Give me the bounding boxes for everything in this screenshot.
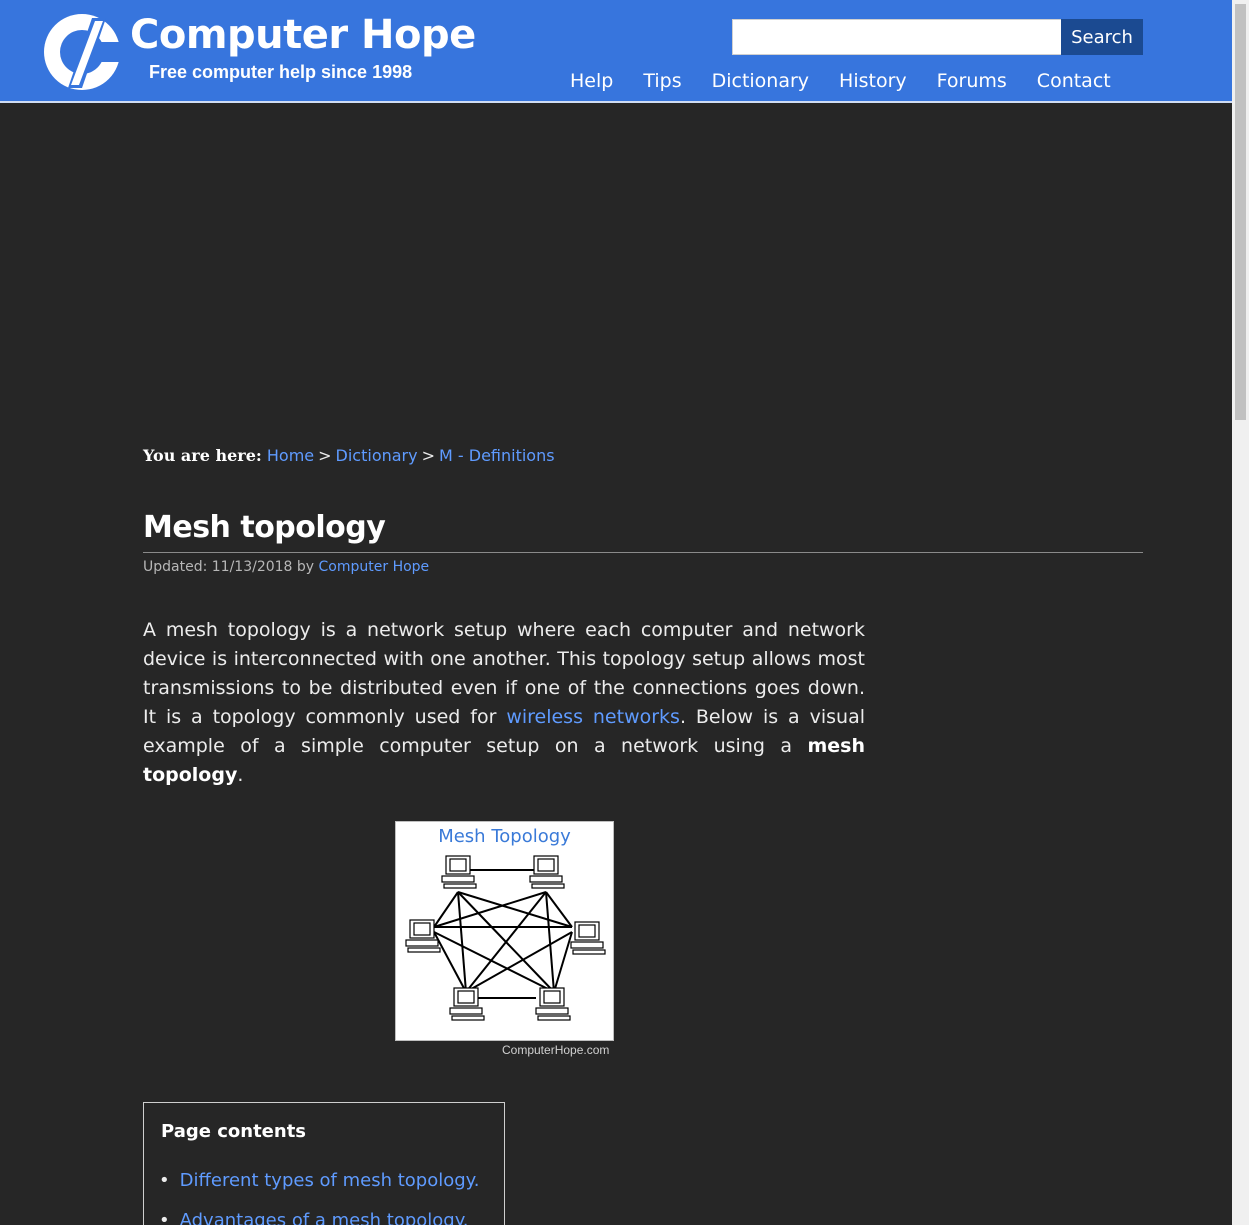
updated-label: Updated: 11/13/2018 by: [143, 559, 315, 575]
mesh-topology-figure: Mesh Topology: [395, 821, 614, 1041]
computer-icon: [570, 921, 606, 955]
breadcrumb: You are here: Home > Dictionary > M - Defini…: [143, 446, 555, 465]
breadcrumb-home[interactable]: Home: [267, 446, 314, 465]
intro-end: .: [237, 764, 244, 786]
breadcrumb-m-definitions[interactable]: M - Definitions: [439, 446, 555, 465]
breadcrumb-label: You are here:: [143, 446, 262, 465]
author-link[interactable]: Computer Hope: [319, 559, 430, 575]
nav-forums[interactable]: Forums: [922, 67, 1022, 95]
computer-icons: [405, 855, 606, 1021]
page-scrollbar[interactable]: [1232, 0, 1249, 1225]
page-title: Mesh topology: [143, 510, 386, 545]
toc-title: Page contents: [161, 1121, 307, 1142]
breadcrumb-separator: >: [421, 446, 435, 465]
brand-tagline: Free computer help since 1998: [149, 62, 413, 82]
breadcrumb-dictionary[interactable]: Dictionary: [336, 446, 418, 465]
toc-link-types[interactable]: Different types of mesh topology.: [180, 1170, 480, 1191]
search-input[interactable]: [732, 19, 1061, 55]
toc-list: Different types of mesh topology. Advant…: [159, 1161, 480, 1225]
computer-icon: [441, 855, 477, 889]
scrollbar-thumb[interactable]: [1235, 4, 1246, 420]
computer-icon: [529, 855, 565, 889]
main-nav: Help Tips Dictionary History Forums Cont…: [555, 67, 1126, 95]
nav-help[interactable]: Help: [555, 67, 628, 95]
search-button[interactable]: Search: [1061, 19, 1143, 55]
wireless-networks-link[interactable]: wireless networks: [506, 706, 680, 728]
computer-icon: [449, 987, 485, 1021]
list-item: Advantages of a mesh topology.: [159, 1201, 479, 1225]
nav-contact[interactable]: Contact: [1022, 67, 1126, 95]
list-item: Different types of mesh topology.: [159, 1161, 480, 1201]
nav-dictionary[interactable]: Dictionary: [697, 67, 824, 95]
brand-title[interactable]: Computer Hope: [130, 12, 476, 58]
breadcrumb-separator: >: [318, 446, 332, 465]
title-divider: [143, 552, 1143, 553]
computer-icon: [535, 987, 571, 1021]
intro-paragraph: A mesh topology is a network setup where…: [143, 616, 865, 790]
site-header: Computer Hope Free computer help since 1…: [0, 0, 1232, 103]
page-contents-box: Page contents Different types of mesh to…: [143, 1102, 505, 1225]
computer-hope-logo-icon[interactable]: [42, 12, 122, 92]
nav-history[interactable]: History: [824, 67, 922, 95]
mesh-network-diagram: [405, 855, 606, 1021]
mesh-links: [433, 869, 573, 999]
toc-link-advantages[interactable]: Advantages of a mesh topology.: [180, 1210, 469, 1225]
nav-tips[interactable]: Tips: [628, 67, 696, 95]
updated-info: Updated: 11/13/2018 by Computer Hope: [143, 559, 429, 575]
figure-credit: ComputerHope.com: [502, 1043, 610, 1057]
